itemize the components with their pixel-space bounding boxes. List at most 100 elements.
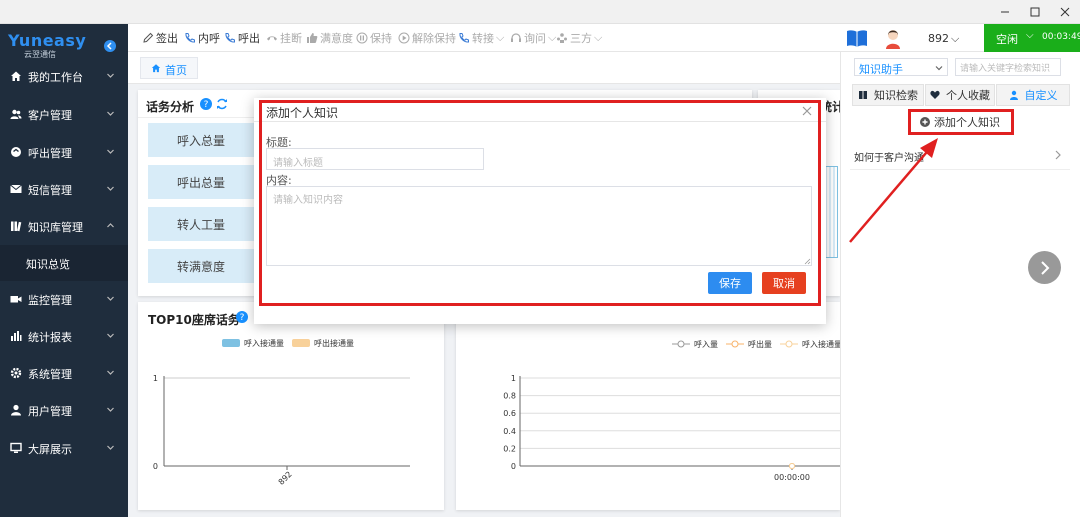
next-arrow-button[interactable] [1028,251,1061,284]
x-tick-label: 892 [277,470,294,487]
modal-highlight-annotation [259,100,821,306]
y-tick-label: 1 [511,374,516,383]
chevron-down-icon [107,370,114,375]
sidebar-item-label: 知识库管理 [28,221,83,234]
y-tick-label: 0 [511,462,516,471]
mini-chart [824,166,838,258]
chevron-down-icon: ⌵ [594,31,603,44]
phone-out-icon [11,147,21,157]
chevron-down-icon [107,73,114,78]
plus-circle-icon [920,117,930,127]
tab-custom[interactable]: 自定义 [996,84,1070,106]
agent-selector[interactable]: 892 ⌵ [928,32,959,46]
sidebar-item-workbench[interactable]: 我的工作台 [0,58,128,94]
toolbar-unhold-button[interactable]: 解除保持 [398,30,456,46]
help-icon[interactable]: ? [236,311,248,323]
thumb-icon [307,33,318,43]
knowledge-search-input[interactable]: 请输入关键字检索知识 [955,58,1061,76]
sidebar-item-sms[interactable]: 短信管理 [0,171,128,207]
pen-icon [143,32,154,43]
status-label: 空闲 [996,33,1018,46]
stat-label: 转人工量 [176,217,225,232]
sidebar-item-label: 短信管理 [28,184,72,197]
book-icon[interactable] [846,28,868,48]
sidebar-item-label: 用户管理 [28,405,72,418]
legend-swatch [222,339,240,347]
close-window-icon[interactable] [1050,0,1080,24]
user-icon [11,404,21,416]
sidebar-collapse-icon[interactable] [104,40,116,52]
chevron-down-icon [107,111,114,116]
toolbar-hangup-button[interactable]: 挂断 [266,30,302,46]
helper-select-value: 知识助手 [859,63,903,76]
sidebar-subitem-knowledge-overview[interactable]: 知识总览 [0,245,128,281]
toolbar-transfer-dropdown[interactable]: 转接 ⌵ [458,30,504,46]
chevron-down-icon [107,149,114,154]
svg-text:?: ? [240,313,245,323]
legend-marker [677,340,685,348]
maximize-icon[interactable] [1020,0,1050,24]
sidebar-item-knowledge[interactable]: 知识库管理 [0,208,128,244]
card-title: TOP10座席话务 [148,313,240,327]
window-titlebar [0,0,1080,24]
chevron-down-icon [107,445,114,450]
chevron-down-icon [107,186,114,191]
minimize-icon[interactable] [990,0,1020,24]
annotation-arrow [849,138,938,243]
data-point [789,463,795,469]
y-tick-label: 0.6 [503,409,516,418]
sidebar-item-label: 监控管理 [28,294,72,307]
sidebar-item-customers[interactable]: 客户管理 [0,96,128,132]
help-icon[interactable]: ? [200,98,212,110]
chevron-down-icon: ⌵ [496,31,505,44]
refresh-icon[interactable] [216,98,228,110]
tab-label: 个人收藏 [946,89,990,102]
helper-select[interactable]: 知识助手 [854,58,948,76]
avatar[interactable] [884,27,902,49]
chevron-up-icon [107,223,114,228]
toolbar-outbound-call-button[interactable]: 呼出 [224,30,260,46]
add-personal-knowledge-button[interactable]: 添加个人知识 [920,114,1000,130]
legend-marker [731,340,739,348]
bar-chart-icon [11,331,22,341]
top10-agent-card: TOP10座席话务 ? 呼入接通量 呼出接通量 0 1 892 [138,302,444,510]
sidebar-item-label: 大屏展示 [28,443,72,456]
toolbar-checkout-button[interactable]: 签出 [142,30,178,46]
toolbar-satisfaction-button[interactable]: 满意度 [306,30,353,46]
trend-line-chart: 呼入量 呼出量 呼入接通量 0 0.2 0.4 0.6 0.8 1 00:00:00 [503,339,840,482]
tab-home[interactable]: 首页 [140,57,198,79]
sidebar-item-users[interactable]: 用户管理 [0,392,128,428]
stat-label: 转满意度 [176,259,225,274]
toolbar-internal-call-button[interactable]: 内呼 [184,30,220,46]
home-icon [151,64,161,73]
tab-knowledge-search[interactable]: 知识检索 [852,84,924,106]
sidebar-item-label: 呼出管理 [28,147,72,160]
sidebar-item-monitor[interactable]: 监控管理 [0,281,128,317]
legend-marker [785,340,793,348]
toolbar-conference-dropdown[interactable]: 三方 ⌵ [556,30,602,46]
tab-label: 自定义 [1024,89,1058,102]
sidebar-item-outbound[interactable]: 呼出管理 [0,134,128,170]
sidebar-item-bigscreen[interactable]: 大屏展示 [0,430,128,466]
toolbar-label: 解除保持 [412,32,456,45]
toolbar-label: 满意度 [320,32,353,45]
stat-transfer-agent: 转人工量 [148,207,254,241]
agent-status-box[interactable]: 空闲 ⌵ 00:03:49 [984,24,1080,52]
y-tick-label: 0.4 [503,427,516,436]
legend-label: 呼入接通量 [244,338,284,348]
sidebar-item-system[interactable]: 系统管理 [0,355,128,391]
monitor-icon [10,442,22,453]
phone-icon [225,33,235,43]
chevron-down-icon [107,296,114,301]
toolbar-consult-dropdown[interactable]: 询问 ⌵ [510,30,556,46]
legend-swatch [292,339,310,347]
sidebar-item-label: 统计报表 [28,331,72,344]
tab-label: 首页 [165,64,187,77]
y-tick-label: 0.2 [503,444,516,453]
sidebar-item-reports[interactable]: 统计报表 [0,318,128,354]
tab-personal-favorites[interactable]: 个人收藏 [925,84,995,106]
headset-icon [511,33,521,42]
video-icon [10,296,22,303]
add-knowledge-label: 添加个人知识 [934,116,1000,129]
toolbar-hold-button[interactable]: 保持 [356,30,392,46]
